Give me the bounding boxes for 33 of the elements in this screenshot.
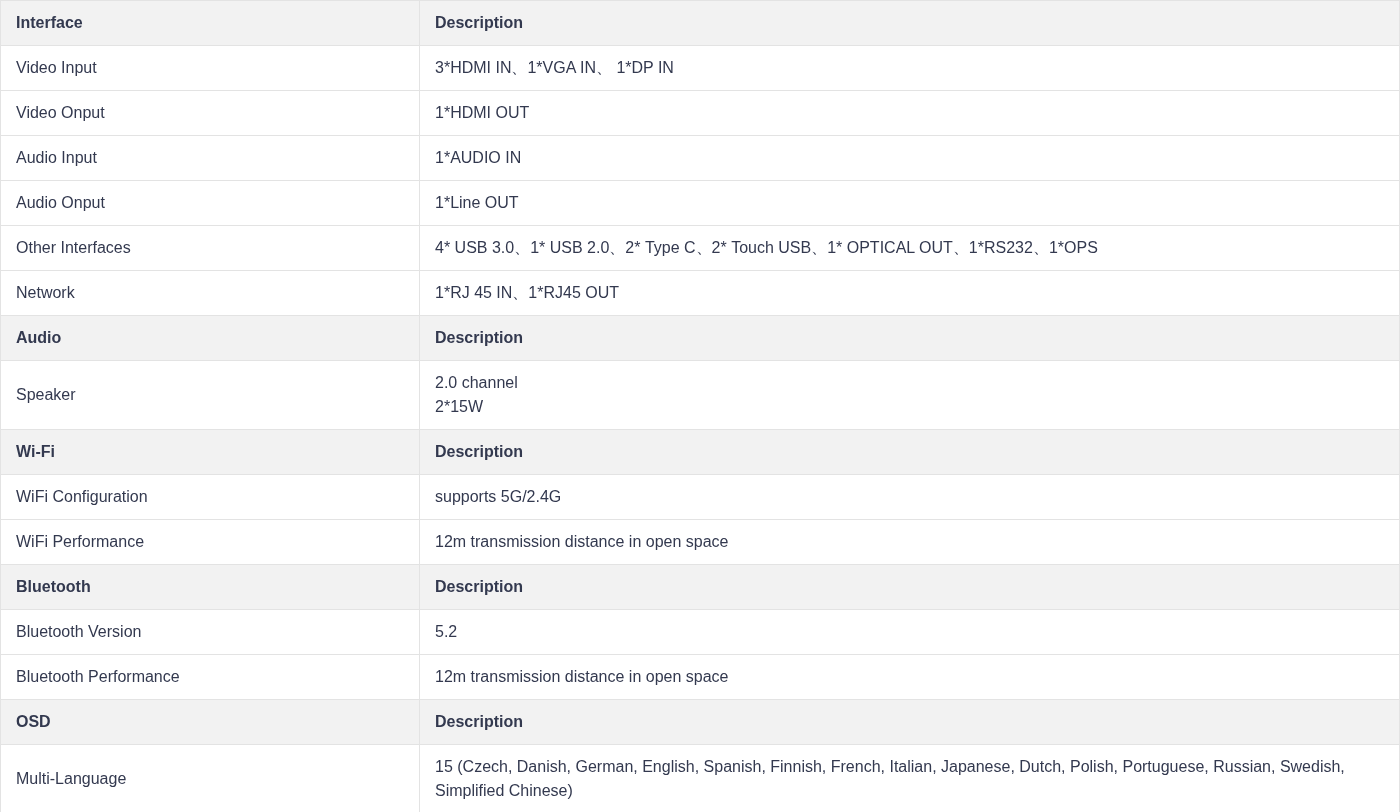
table-cell: 1*AUDIO IN <box>419 135 1400 181</box>
header-cell: Interface <box>0 0 420 46</box>
header-cell: Audio <box>0 315 420 361</box>
table-cell: 2.0 channel 2*15W <box>419 360 1400 430</box>
table-cell: Bluetooth Performance <box>0 654 420 700</box>
table-cell: WiFi Performance <box>0 519 420 565</box>
header-cell: Description <box>419 429 1400 475</box>
table-cell: 1*RJ 45 IN、1*RJ45 OUT <box>419 270 1400 316</box>
table-cell: Video Onput <box>0 90 420 136</box>
table-cell: Audio Input <box>0 135 420 181</box>
table-cell: WiFi Configuration <box>0 474 420 520</box>
header-cell: Description <box>419 315 1400 361</box>
table-cell: Other Interfaces <box>0 225 420 271</box>
table-cell: 5.2 <box>419 609 1400 655</box>
table-cell: 1*HDMI OUT <box>419 90 1400 136</box>
table-cell: 1*Line OUT <box>419 180 1400 226</box>
header-cell: Description <box>419 564 1400 610</box>
table-cell: Audio Onput <box>0 180 420 226</box>
header-cell: Bluetooth <box>0 564 420 610</box>
table-cell: Multi-Language <box>0 744 420 812</box>
table-cell: Network <box>0 270 420 316</box>
header-cell: Description <box>419 0 1400 46</box>
header-cell: Wi-Fi <box>0 429 420 475</box>
table-cell: Video Input <box>0 45 420 91</box>
table-cell: 4* USB 3.0、1* USB 2.0、2* Type C、2* Touch USB、1* OPTICAL OUT、1*RS232、1*OPS <box>419 225 1400 271</box>
table-cell: Bluetooth Version <box>0 609 420 655</box>
table-cell: 12m transmission distance in open space <box>419 519 1400 565</box>
table-cell: 12m transmission distance in open space <box>419 654 1400 700</box>
header-cell: Description <box>419 699 1400 745</box>
table-cell: Speaker <box>0 360 420 430</box>
header-cell: OSD <box>0 699 420 745</box>
table-cell: 3*HDMI IN、1*VGA IN、 1*DP IN <box>419 45 1400 91</box>
table-cell: supports 5G/2.4G <box>419 474 1400 520</box>
